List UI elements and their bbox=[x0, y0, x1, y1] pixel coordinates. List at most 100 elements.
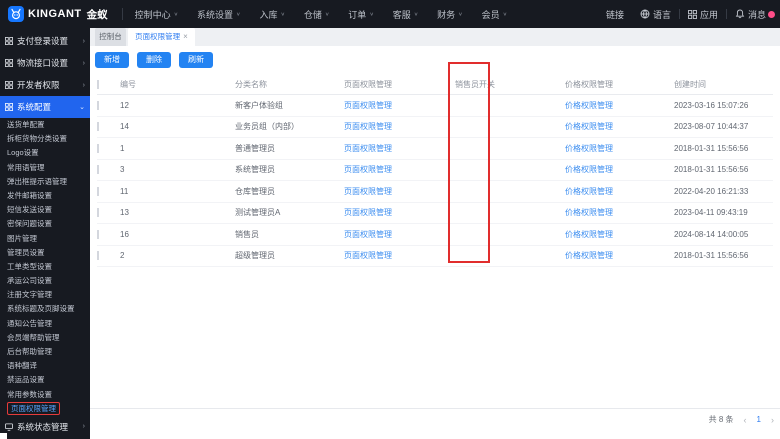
sidebar-submenu-item[interactable]: 系统标题及页脚设置 bbox=[0, 302, 90, 316]
cell-created-time: 2023-08-07 10:44:37 bbox=[674, 122, 749, 132]
topbar-menu-label: 控制中心 bbox=[134, 9, 171, 20]
sidebar-group-developer[interactable]: 开发者权限 › bbox=[0, 74, 90, 96]
sidebar-submenu-item[interactable]: 禁运品设置 bbox=[0, 373, 90, 387]
topbar-language[interactable]: 语言 bbox=[632, 8, 679, 21]
price-permission-link[interactable]: 价格权限管理 bbox=[565, 101, 613, 110]
row-checkbox[interactable] bbox=[97, 143, 99, 153]
prev-page-icon[interactable]: ‹ bbox=[744, 415, 747, 425]
sidebar-submenu-item[interactable]: 通知公告管理 bbox=[0, 317, 90, 331]
price-permission-link[interactable]: 价格权限管理 bbox=[565, 187, 613, 196]
sidebar-submenu-item[interactable]: 常用参数设置 bbox=[0, 388, 90, 402]
sidebar-submenu-item[interactable]: 发件邮箱设置 bbox=[0, 189, 90, 203]
sidebar-submenu-item[interactable]: 后台帮助管理 bbox=[0, 345, 90, 359]
page-permission-link[interactable]: 页面权限管理 bbox=[344, 230, 392, 239]
table-row: 11 仓库管理员 页面权限管理 价格权限管理 2022-04-20 16:21:… bbox=[97, 181, 773, 203]
sidebar-submenu: 送货单配置 拆柜货物分类设置 Logo设置 常用语管理 弹出框提示语管理 发件邮… bbox=[0, 118, 90, 416]
sidebar-group-payment-login[interactable]: 支付登录设置 › bbox=[0, 30, 90, 52]
price-permission-link[interactable]: 价格权限管理 bbox=[565, 251, 613, 260]
page-permission-link[interactable]: 页面权限管理 bbox=[344, 144, 392, 153]
toolbar: 新增 删除 刷新 bbox=[95, 52, 213, 68]
row-checkbox[interactable] bbox=[97, 229, 99, 239]
sidebar-submenu-item[interactable]: 短信发送设置 bbox=[0, 203, 90, 217]
sidebar-submenu-item[interactable]: 图片管理 bbox=[0, 232, 90, 246]
table-row: 12 新客户体验组 页面权限管理 价格权限管理 2023-03-16 15:07… bbox=[97, 95, 773, 117]
cell-created-time: 2018-01-31 15:56:56 bbox=[674, 251, 749, 261]
page-permission-link[interactable]: 页面权限管理 bbox=[344, 122, 392, 131]
topbar-messages[interactable]: 消息 bbox=[727, 8, 775, 21]
cell-category-name: 普通管理员 bbox=[235, 143, 275, 153]
sidebar-group-logistics-api[interactable]: 物流接口设置 › bbox=[0, 52, 90, 74]
topbar-menu-item[interactable]: 入库 ∨ bbox=[259, 8, 284, 21]
topbar-menu-item[interactable]: 控制中心 ∨ bbox=[135, 8, 178, 21]
cell-created-time: 2023-04-11 09:43:19 bbox=[674, 208, 748, 218]
page-permission-link[interactable]: 页面权限管理 bbox=[344, 101, 392, 110]
delete-button[interactable]: 删除 bbox=[137, 52, 171, 68]
page-permission-link[interactable]: 页面权限管理 bbox=[344, 187, 392, 196]
topbar-menu-item[interactable]: 财务 ∨ bbox=[437, 8, 462, 21]
cell-id: 16 bbox=[120, 229, 129, 239]
chevron-down-icon: ∨ bbox=[413, 12, 419, 17]
topbar-menu-label: 订单 bbox=[348, 9, 367, 20]
chevron-right-icon: › bbox=[82, 81, 85, 89]
next-page-icon[interactable]: › bbox=[771, 415, 774, 425]
select-all-checkbox[interactable] bbox=[97, 80, 99, 89]
sidebar-submenu-item[interactable]: 弹出框提示语管理 bbox=[0, 175, 90, 189]
topbar-menu-item[interactable]: 仓储 ∨ bbox=[304, 8, 329, 21]
sidebar-submenu-item[interactable]: 语种翻译 bbox=[0, 359, 90, 373]
close-icon[interactable]: × bbox=[183, 28, 188, 46]
row-checkbox[interactable] bbox=[97, 100, 99, 110]
brand[interactable]: KINGANT 金蚁 bbox=[0, 6, 108, 22]
tab-page-permission[interactable]: 页面权限管理 × bbox=[128, 28, 195, 46]
cell-category-name: 系统管理员 bbox=[235, 165, 275, 175]
sidebar-submenu-item[interactable]: 工单类型设置 bbox=[0, 260, 90, 274]
grid-icon bbox=[5, 103, 13, 111]
sidebar-submenu-item[interactable]: 注册文字管理 bbox=[0, 288, 90, 302]
sidebar-group-system-status[interactable]: 系统状态管理 › bbox=[0, 416, 90, 438]
tab-console[interactable]: 控制台 bbox=[95, 28, 126, 46]
sidebar-submenu-item[interactable]: 页面权限管理 bbox=[0, 401, 90, 416]
price-permission-link[interactable]: 价格权限管理 bbox=[565, 208, 613, 217]
sidebar-submenu-item[interactable]: 承运公司设置 bbox=[0, 274, 90, 288]
topbar-menu-item[interactable]: 系统设置 ∨ bbox=[197, 8, 240, 21]
sidebar-submenu-item[interactable]: Logo设置 bbox=[0, 146, 90, 160]
add-button[interactable]: 新增 bbox=[95, 52, 129, 68]
refresh-button[interactable]: 刷新 bbox=[179, 52, 213, 68]
sidebar-group-system-config[interactable]: 系统配置 ⌄ bbox=[0, 96, 90, 118]
page-permission-link[interactable]: 页面权限管理 bbox=[344, 165, 392, 174]
topbar-menu-label: 客服 bbox=[392, 9, 411, 20]
current-page[interactable]: 1 bbox=[757, 415, 761, 424]
page-permission-link[interactable]: 页面权限管理 bbox=[344, 208, 392, 217]
sidebar-submenu-item[interactable]: 管理员设置 bbox=[0, 246, 90, 260]
topbar-menu-label: 仓储 bbox=[303, 9, 322, 20]
header-sales-switch: 销售员开关 bbox=[455, 80, 495, 89]
price-permission-link[interactable]: 价格权限管理 bbox=[565, 165, 613, 174]
topbar-apps[interactable]: 应用 bbox=[680, 8, 726, 21]
row-checkbox[interactable] bbox=[97, 165, 99, 175]
topbar-menu-item[interactable]: 客服 ∨ bbox=[393, 8, 418, 21]
pager-separator bbox=[90, 408, 780, 409]
sidebar-submenu-item[interactable]: 送货单配置 bbox=[0, 118, 90, 132]
page-permission-link[interactable]: 页面权限管理 bbox=[344, 251, 392, 260]
topbar-menu-label: 财务 bbox=[437, 9, 456, 20]
table-header-row: 编号 分类名称 页面权限管理 销售员开关 价格权限管理 创建时间 bbox=[97, 75, 773, 95]
row-checkbox[interactable] bbox=[97, 122, 99, 132]
sidebar-submenu-item[interactable]: 会员端帮助管理 bbox=[0, 331, 90, 345]
chevron-down-icon: ∨ bbox=[502, 12, 507, 17]
price-permission-link[interactable]: 价格权限管理 bbox=[565, 230, 613, 239]
topbar-menu-item[interactable]: 会员 ∨ bbox=[482, 8, 507, 21]
sidebar-submenu-item[interactable]: 密保问题设置 bbox=[0, 217, 90, 231]
cell-category-name: 新客户体验组 bbox=[235, 100, 283, 110]
brand-name-cn: 金蚁 bbox=[86, 8, 108, 21]
sidebar-submenu-item[interactable]: 拆柜货物分类设置 bbox=[0, 132, 90, 146]
price-permission-link[interactable]: 价格权限管理 bbox=[565, 122, 613, 131]
sidebar-submenu-item[interactable]: 常用语管理 bbox=[0, 161, 90, 175]
row-checkbox[interactable] bbox=[97, 186, 99, 196]
topbar-link[interactable]: 链接 bbox=[598, 8, 632, 21]
topbar-menu-item[interactable]: 订单 ∨ bbox=[348, 8, 373, 21]
table-row: 14 业务员组（内部） 页面权限管理 价格权限管理 2023-08-07 10:… bbox=[97, 117, 773, 138]
row-checkbox[interactable] bbox=[97, 208, 99, 218]
table-row: 2 超级管理员 页面权限管理 价格权限管理 2018-01-31 15:56:5… bbox=[97, 246, 773, 267]
row-checkbox[interactable] bbox=[97, 251, 99, 261]
cell-category-name: 测试管理员A bbox=[235, 208, 281, 218]
price-permission-link[interactable]: 价格权限管理 bbox=[565, 144, 613, 153]
